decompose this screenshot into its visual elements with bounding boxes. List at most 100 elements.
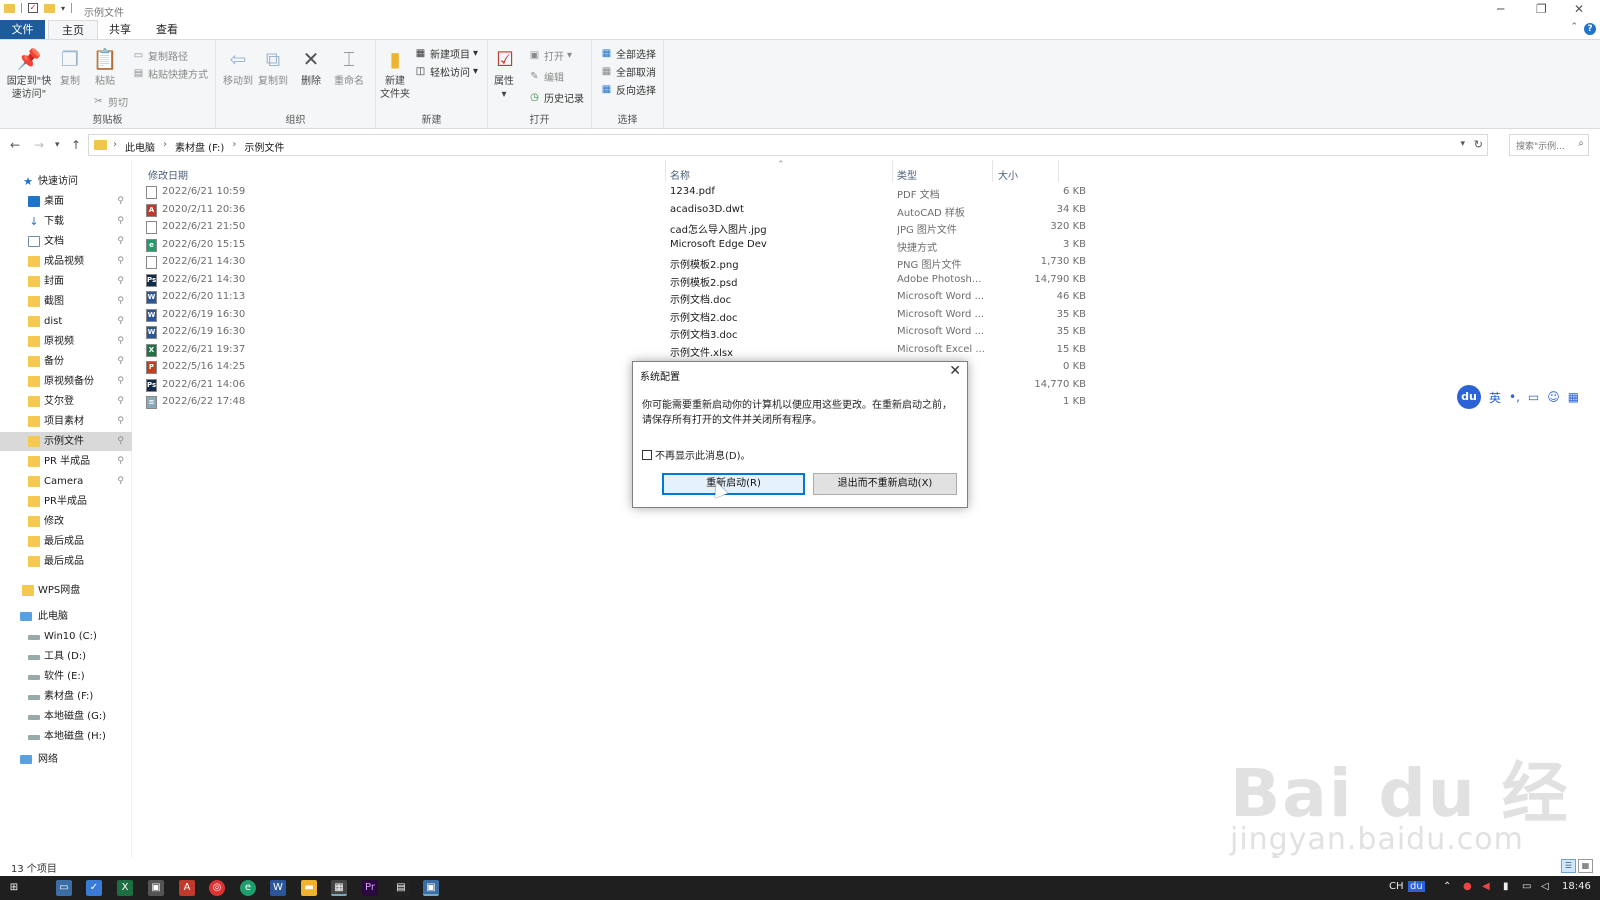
column-divider[interactable] [892, 160, 893, 182]
table-row[interactable]: X 2022/6/21 19:37 示例文件.xlsx Microsoft Excel… [132, 342, 1600, 359]
ime-logo[interactable]: du [1457, 385, 1481, 409]
chevron-right-icon[interactable]: › [113, 139, 117, 154]
sidebar-item-quick[interactable]: 原视频备份 ⚲ [0, 372, 132, 391]
chevron-up-icon[interactable]: ⌃ [1443, 881, 1451, 892]
properties-button[interactable]: ☑ 属性 ▾ [492, 46, 516, 101]
ime-language-toggle[interactable]: 英 [1489, 389, 1501, 406]
column-divider[interactable] [665, 160, 666, 182]
search-icon[interactable]: ⌕ [1578, 138, 1584, 149]
sidebar-item-quick[interactable]: dist ⚲ [0, 312, 132, 331]
system-config-icon[interactable]: ▣ [423, 880, 439, 896]
user-icon[interactable]: ☺ [1547, 390, 1560, 404]
move-to-button[interactable]: ⇦ 移动到 [222, 46, 254, 88]
large-icons-view-icon[interactable]: ▦ [1578, 859, 1593, 873]
pin-icon[interactable]: ⚲ [117, 472, 124, 491]
chevron-right-icon[interactable]: › [232, 139, 236, 154]
copy-button[interactable]: ❐ 复制 [56, 46, 84, 88]
column-header-name[interactable]: 名称 [670, 167, 690, 182]
pin-icon[interactable]: ⚲ [117, 332, 124, 351]
pin-icon[interactable]: ⚲ [117, 452, 124, 471]
excel-icon[interactable]: X [117, 880, 133, 896]
select-all-button[interactable]: ▦ 全部选择 [600, 46, 656, 61]
file-explorer-icon[interactable]: ▬ [301, 880, 317, 896]
sidebar-item-network[interactable]: 网络 [0, 750, 132, 769]
edge-icon[interactable]: e [240, 880, 256, 896]
table-row[interactable]: 2022/6/21 21:50 cad怎么导入图片.jpg JPG 图片文件 320 … [132, 219, 1600, 236]
pin-icon[interactable]: ⚲ [117, 412, 124, 431]
minimize-icon[interactable]: ─ [1497, 2, 1504, 16]
sidebar-item-quick[interactable]: 文档 ⚲ [0, 232, 132, 251]
app-icon[interactable]: ▦ [331, 880, 347, 896]
sidebar-item-quick[interactable]: PR 半成品 ⚲ [0, 452, 132, 471]
volume-icon[interactable]: ◁ [1541, 881, 1549, 892]
address-history-chevron-icon[interactable]: ▾ [1460, 139, 1465, 149]
address-bar[interactable]: › 此电脑 › 素材盘 (F:) › 示例文件 ▾ ↻ [88, 134, 1488, 156]
sidebar-item-quick[interactable]: 原视频 ⚲ [0, 332, 132, 351]
sidebar-item-quick[interactable]: 艾尔登 ⚲ [0, 392, 132, 411]
sidebar-item-drive[interactable]: 本地磁盘 (H:) [0, 727, 132, 746]
help-icon[interactable]: ? [1584, 23, 1596, 35]
pin-icon[interactable]: ⚲ [117, 212, 124, 231]
task-view-icon[interactable]: ▭ [56, 880, 72, 896]
autocad-icon[interactable]: A [179, 880, 195, 896]
pin-icon[interactable]: ⚲ [117, 192, 124, 211]
delete-button[interactable]: ✕ 删除 [298, 46, 324, 88]
table-row[interactable]: 2022/6/21 14:30 示例模板2.png PNG 图片文件 1,730 KB [132, 254, 1600, 271]
up-arrow-icon[interactable]: ↑ [71, 138, 81, 152]
restart-button[interactable]: 重新启动(R) [662, 473, 805, 495]
clock[interactable]: 18:46 [1562, 881, 1591, 892]
breadcrumb-folder[interactable]: 示例文件 [244, 139, 284, 154]
recent-locations-chevron-icon[interactable]: ▾ [55, 140, 60, 150]
sidebar-item-drive[interactable]: 素材盘 (F:) [0, 687, 132, 706]
punctuation-icon[interactable]: •, [1509, 390, 1520, 404]
tab-home[interactable]: 主页 [48, 20, 98, 39]
sidebar-item-quick-access[interactable]: ★ 快速访问 [0, 172, 132, 191]
dont-show-again-checkbox[interactable]: 不再显示此消息(D)。 [642, 447, 751, 462]
input-language[interactable]: CH [1389, 881, 1404, 892]
paste-shortcut-button[interactable]: ▤ 粘贴快捷方式 [132, 66, 208, 81]
app-icon[interactable]: ▤ [393, 880, 409, 896]
back-arrow-icon[interactable]: ← [10, 138, 20, 152]
sidebar-item-quick[interactable]: 封面 ⚲ [0, 272, 132, 291]
microphone-icon[interactable]: ▮ [1503, 881, 1509, 892]
app-icon[interactable]: ◎ [209, 880, 225, 896]
easy-access-button[interactable]: ◫ 轻松访问 ▾ [414, 64, 478, 79]
sidebar-item-quick[interactable]: 备份 ⚲ [0, 352, 132, 371]
sidebar-item-wps[interactable]: WPS网盘 [0, 581, 132, 600]
tab-view[interactable]: 查看 [143, 20, 191, 39]
cut-button[interactable]: ✂ 剪切 [92, 94, 128, 109]
sidebar-item-this-pc[interactable]: 此电脑 [0, 607, 132, 626]
history-button[interactable]: ◷ 历史记录 [528, 90, 584, 105]
tab-share[interactable]: 共享 [96, 20, 144, 39]
word-icon[interactable]: W [270, 880, 286, 896]
column-divider[interactable] [992, 160, 993, 182]
sidebar-item-drive[interactable]: 本地磁盘 (G:) [0, 707, 132, 726]
sidebar-item-quick[interactable]: 最后成品 [0, 552, 132, 571]
copy-path-button[interactable]: ▭ 复制路径 [132, 48, 188, 63]
edit-button[interactable]: ✎ 编辑 [528, 69, 564, 84]
new-folder-button[interactable]: ▮ 新建 文件夹 [378, 46, 412, 101]
network-icon[interactable]: ▭ [1522, 881, 1531, 892]
forward-arrow-icon[interactable]: → [34, 138, 44, 152]
column-divider[interactable] [1058, 160, 1059, 182]
pin-icon[interactable]: ⚲ [117, 432, 124, 451]
app-icon[interactable]: ▣ [148, 880, 164, 896]
sidebar-item-quick[interactable]: Camera ⚲ [0, 472, 132, 491]
pin-icon[interactable]: ⚲ [117, 352, 124, 371]
sidebar-item-quick[interactable]: 最后成品 [0, 532, 132, 551]
chevron-down-icon[interactable]: ▾ [61, 4, 65, 13]
pin-icon[interactable]: ⚲ [117, 252, 124, 271]
premiere-icon[interactable]: Pr [362, 880, 378, 896]
column-header-size[interactable]: 大小 [998, 167, 1018, 182]
column-header-date[interactable]: 修改日期 [148, 167, 188, 182]
table-row[interactable]: W 2022/6/19 16:30 示例文档3.doc Microsoft Word … [132, 324, 1600, 341]
breadcrumb-drive-f[interactable]: 素材盘 (F:) [175, 139, 224, 154]
pin-icon[interactable]: ⚲ [117, 312, 124, 331]
pin-icon[interactable]: ⚲ [117, 372, 124, 391]
open-button[interactable]: ▣ 打开 ▾ [528, 48, 572, 63]
sidebar-item-quick[interactable]: ↓ 下载 ⚲ [0, 212, 132, 231]
checkbox-box[interactable] [642, 449, 652, 460]
maximize-icon[interactable]: ❐ [1536, 2, 1547, 16]
sidebar-item-quick[interactable]: 示例文件 ⚲ [0, 432, 132, 451]
app-icon[interactable]: ✓ [86, 880, 102, 896]
